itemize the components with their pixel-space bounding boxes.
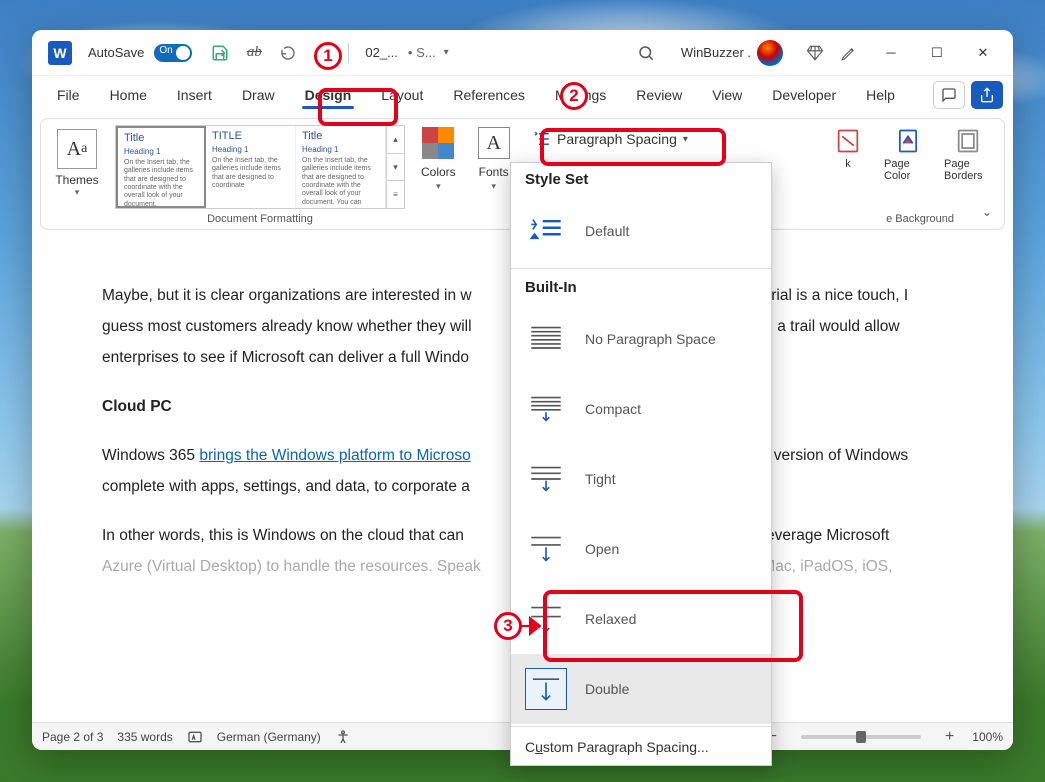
scroll-up-icon[interactable]: ▴	[387, 126, 404, 154]
watermark-button[interactable]: k	[820, 125, 876, 172]
diamond-icon[interactable]	[801, 39, 829, 67]
search-icon[interactable]	[637, 44, 655, 62]
open-icon	[525, 528, 567, 570]
tab-design[interactable]: Design	[290, 79, 367, 111]
accessibility-icon[interactable]	[335, 729, 351, 745]
maximize-button[interactable]: ☐	[915, 38, 959, 68]
saved-indicator: • S...	[408, 45, 436, 60]
zoom-slider[interactable]	[801, 735, 921, 739]
minimize-button[interactable]: ─	[869, 38, 913, 68]
group-label: e Background	[886, 213, 954, 225]
hyperlink[interactable]: brings the Windows platform to Microso	[199, 447, 470, 464]
themes-button[interactable]: Aa Themes ▾	[49, 125, 105, 202]
document-name[interactable]: 02_...	[365, 45, 398, 60]
double-icon	[525, 668, 567, 710]
tab-draw[interactable]: Draw	[227, 79, 290, 111]
paragraph-spacing-button[interactable]: Paragraph Spacing ▾	[524, 125, 697, 153]
autosave-toggle[interactable]: On	[154, 44, 192, 62]
style-gallery[interactable]: Title Heading 1 On the Insert tab, the g…	[115, 125, 405, 209]
tab-home[interactable]: Home	[95, 79, 162, 111]
spacing-option-default[interactable]: Default	[511, 196, 771, 266]
titlebar: W AutoSave On ab ▾ 02_... • S... ▾ WinBu…	[32, 30, 1013, 76]
pen-icon[interactable]	[835, 39, 863, 67]
autosave-label: AutoSave	[88, 45, 144, 60]
language-indicator[interactable]: German (Germany)	[217, 730, 321, 744]
tab-layout[interactable]: Layout	[366, 79, 438, 111]
zoom-level[interactable]: 100%	[972, 730, 1003, 744]
spacing-option-tight[interactable]: Tight	[511, 444, 771, 514]
spacing-option-no-space[interactable]: No Paragraph Space	[511, 304, 771, 374]
page-indicator[interactable]: Page 2 of 3	[42, 730, 103, 744]
colors-icon	[422, 127, 454, 159]
page-color-button[interactable]: Page Color	[880, 125, 936, 184]
separator	[348, 43, 349, 63]
zoom-in-button[interactable]: +	[941, 728, 958, 746]
page-borders-icon	[954, 127, 982, 155]
page-borders-button[interactable]: Page Borders	[940, 125, 996, 184]
tab-file[interactable]: File	[42, 79, 95, 111]
dropdown-section-label: Style Set	[511, 163, 771, 196]
watermark-icon	[834, 127, 862, 155]
undo-icon[interactable]	[274, 39, 302, 67]
save-icon[interactable]	[206, 39, 234, 67]
tab-references[interactable]: References	[438, 79, 540, 111]
gallery-scroll[interactable]: ▴ ▾ ≡	[386, 126, 404, 208]
ribbon-collapse-icon[interactable]: ⌄	[976, 201, 998, 223]
no-space-icon	[525, 318, 567, 360]
page-color-icon	[894, 127, 922, 155]
spacing-option-compact[interactable]: Compact	[511, 374, 771, 444]
tab-help[interactable]: Help	[851, 79, 910, 111]
custom-paragraph-spacing[interactable]: Custom Paragraph Spacing...	[511, 729, 771, 765]
word-count[interactable]: 335 words	[117, 730, 172, 744]
scroll-down-icon[interactable]: ▾	[387, 154, 404, 182]
word-app-icon: W	[48, 41, 72, 65]
style-item[interactable]: TITLE Heading 1 On the Insert tab, the g…	[206, 126, 296, 208]
user-avatar-icon[interactable]	[757, 40, 783, 66]
strikethrough-icon[interactable]: ab	[240, 39, 268, 67]
group-label: Document Formatting	[207, 213, 313, 225]
themes-icon: Aa	[57, 129, 97, 169]
tight-icon	[525, 458, 567, 500]
spacing-option-double[interactable]: Double	[511, 654, 771, 724]
colors-button[interactable]: Colors ▾	[415, 125, 462, 194]
tab-view[interactable]: View	[697, 79, 757, 111]
close-button[interactable]: ✕	[961, 38, 1005, 68]
ribbon-tabs: File Home Insert Draw Design Layout Refe…	[32, 76, 1013, 114]
style-item[interactable]: Title Heading 1 On the Insert tab, the g…	[116, 126, 206, 208]
tab-review[interactable]: Review	[621, 79, 697, 111]
default-spacing-icon	[525, 210, 567, 252]
comments-button[interactable]	[933, 81, 965, 109]
user-name[interactable]: WinBuzzer .	[681, 45, 751, 60]
gallery-expand-icon[interactable]: ≡	[387, 181, 404, 208]
style-item[interactable]: Title Heading 1 On the Insert tab, the g…	[296, 126, 386, 208]
share-button[interactable]	[971, 81, 1003, 109]
tab-insert[interactable]: Insert	[162, 79, 227, 111]
spacing-option-relaxed[interactable]: Relaxed	[511, 584, 771, 654]
fonts-icon: A	[478, 127, 510, 159]
dropdown-section-label: Built-In	[511, 271, 771, 304]
paragraph-spacing-icon	[533, 130, 551, 148]
quickbar-more-icon[interactable]: ▾	[308, 39, 336, 67]
spacing-option-open[interactable]: Open	[511, 514, 771, 584]
spellcheck-icon[interactable]	[187, 729, 203, 745]
tab-developer[interactable]: Developer	[757, 79, 851, 111]
paragraph-spacing-dropdown: Style Set Default Built-In No Paragraph …	[510, 162, 772, 766]
tab-mailings[interactable]: Mailings	[540, 79, 621, 111]
doc-dropdown-icon[interactable]: ▾	[444, 47, 449, 58]
compact-icon	[525, 388, 567, 430]
relaxed-icon	[525, 598, 567, 640]
